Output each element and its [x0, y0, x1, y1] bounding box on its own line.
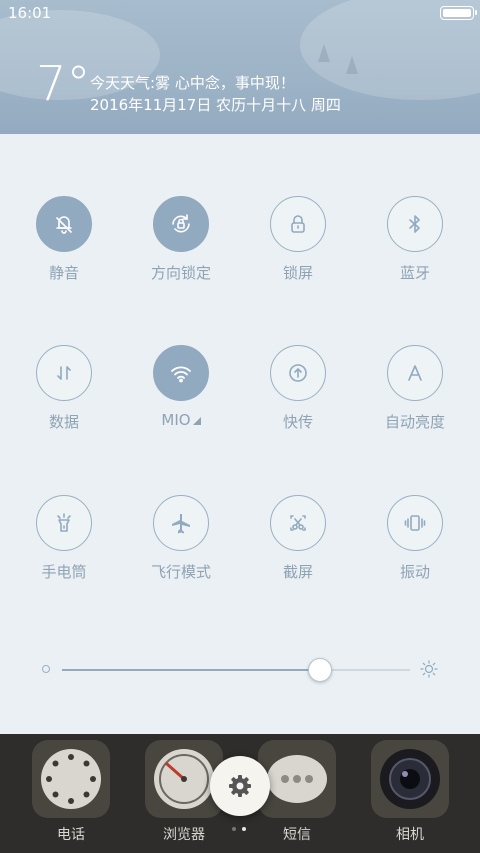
weather-summary[interactable]: 今天天气:雾 心中念，事中现！ [90, 72, 295, 93]
temperature[interactable]: 7° [36, 60, 91, 108]
toggle-label: 自动亮度 [384, 413, 445, 431]
toggle-mobile-data[interactable]: 数据 [14, 345, 114, 432]
toggle-label: 锁屏 [282, 264, 313, 282]
toggle-screenshot[interactable]: 截屏 [248, 495, 348, 582]
toggle-label: 振动 [399, 563, 430, 581]
toggle-label: 方向锁定 [150, 264, 211, 282]
toggle-auto-brightness[interactable]: 自动亮度 [365, 345, 465, 432]
brightness-track[interactable] [62, 658, 410, 682]
tree-decoration [318, 44, 330, 62]
toggle-bluetooth[interactable]: 蓝牙 [365, 196, 465, 283]
toggle-label: 数据 [48, 413, 79, 431]
brightness-high-icon [420, 660, 438, 678]
brightness-thumb[interactable] [308, 658, 332, 682]
toggle-label: 飞行模式 [150, 563, 211, 581]
page-dot-active [242, 827, 246, 831]
dock-label: 电话 [57, 827, 85, 843]
brightness-low-icon [42, 665, 50, 673]
dock-label: 短信 [283, 827, 311, 843]
weather-header: 16:01 7° 今天天气:雾 心中念，事中现！ 2016年11月17日 农历十… [0, 0, 480, 134]
messages-app-icon[interactable] [258, 740, 336, 818]
vibrate-icon[interactable] [387, 495, 443, 551]
bluetooth-icon[interactable] [387, 196, 443, 252]
toggle-flashlight[interactable]: 手电筒 [14, 495, 114, 582]
page-indicator [232, 827, 248, 833]
toggle-mute[interactable]: 静音 [14, 196, 114, 283]
toggle-vibrate[interactable]: 振动 [365, 495, 465, 582]
mobile-data-icon[interactable] [36, 345, 92, 401]
wifi-network-name: MIO [161, 411, 191, 429]
wifi-icon[interactable] [153, 345, 209, 401]
phone-app-icon[interactable] [32, 740, 110, 818]
toggle-rotation-lock[interactable]: 方向锁定 [131, 196, 231, 283]
date-line[interactable]: 2016年11月17日 农历十月十八 周四 [90, 94, 341, 115]
toggle-quick-transfer[interactable]: 快传 [248, 345, 348, 432]
bell-off-icon[interactable] [36, 196, 92, 252]
toggle-label: 快传 [282, 413, 313, 431]
toggle-label: 截屏 [282, 563, 313, 581]
toggle-wifi[interactable]: MIO [131, 345, 231, 429]
lock-icon[interactable] [270, 196, 326, 252]
status-time: 16:01 [8, 4, 52, 22]
quick-settings-panel: 静音 方向锁定 锁屏 蓝牙 数据 MIO 快传 自动亮度 手电筒 飞行模式 截屏… [0, 134, 480, 734]
brightness-slider[interactable] [0, 654, 480, 684]
gear-icon [229, 775, 251, 797]
toggle-airplane-mode[interactable]: 飞行模式 [131, 495, 231, 582]
page-dot [232, 827, 236, 831]
battery-icon [440, 6, 477, 20]
tree-decoration [346, 56, 358, 74]
flashlight-icon[interactable] [36, 495, 92, 551]
toggle-label: 蓝牙 [399, 264, 430, 282]
dock-label: 相机 [396, 827, 424, 843]
rotation-lock-icon[interactable] [153, 196, 209, 252]
settings-button[interactable] [210, 756, 270, 816]
quick-transfer-icon[interactable] [270, 345, 326, 401]
screenshot-icon[interactable] [270, 495, 326, 551]
signal-indicator-icon [192, 417, 201, 425]
toggle-label: MIO [131, 411, 231, 429]
toggle-label: 手电筒 [41, 563, 87, 581]
toggle-label: 静音 [48, 264, 79, 282]
dock-label: 浏览器 [163, 827, 205, 843]
toggle-lock-screen[interactable]: 锁屏 [248, 196, 348, 283]
auto-brightness-icon[interactable] [387, 345, 443, 401]
brightness-fill [62, 669, 320, 671]
airplane-icon[interactable] [153, 495, 209, 551]
camera-app-icon[interactable] [371, 740, 449, 818]
